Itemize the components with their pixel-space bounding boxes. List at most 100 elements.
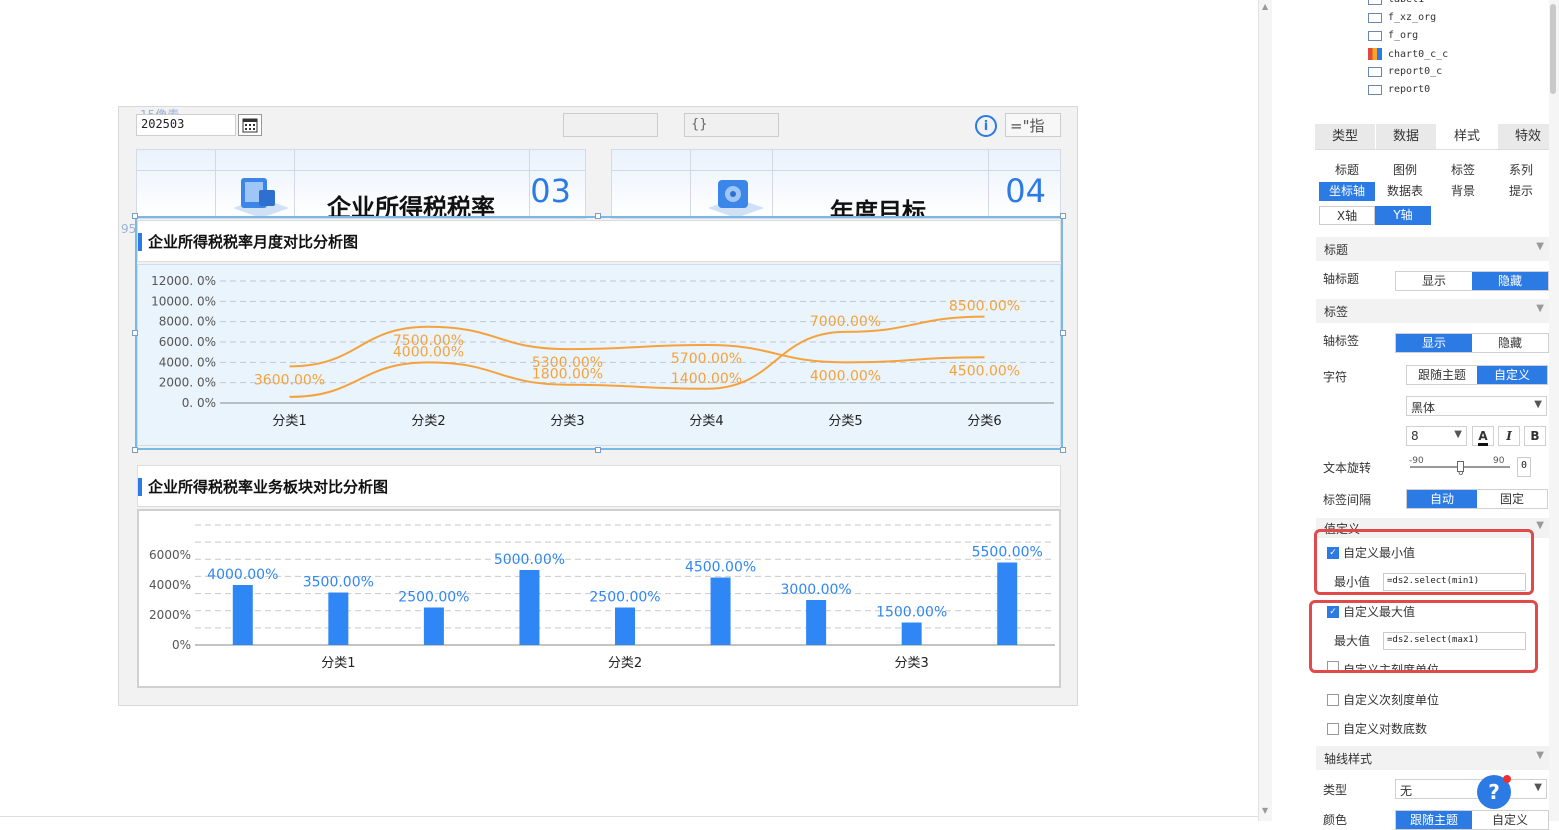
italic-button[interactable]: I (1498, 426, 1520, 446)
subtab-background[interactable]: 背景 (1435, 182, 1491, 201)
y-tick-label: 0% (172, 638, 191, 652)
tree-item[interactable]: report0_c (1368, 66, 1442, 77)
axis-line-type-select[interactable]: 无 ▼ (1395, 779, 1547, 799)
label-icon (1368, 0, 1382, 5)
highlight-box (1314, 529, 1534, 595)
auto-option[interactable]: 自动 (1407, 490, 1477, 508)
section-title[interactable]: 标题 ▼ (1316, 237, 1552, 261)
custom-minor-unit-checkbox[interactable]: 自定义次刻度单位 (1327, 691, 1439, 708)
show-option[interactable]: 显示 (1396, 272, 1472, 290)
font-color-button[interactable]: A (1472, 426, 1494, 446)
y-tick-label: 10000. 0% (151, 294, 216, 308)
bar (423, 607, 444, 645)
tree-item[interactable]: report0 (1368, 84, 1430, 95)
subtab-axis[interactable]: 坐标轴 (1319, 182, 1375, 201)
subtab-datatable[interactable]: 数据表 (1377, 182, 1433, 201)
fixed-option[interactable]: 固定 (1477, 490, 1547, 508)
tree-item[interactable]: f_org (1368, 30, 1418, 41)
section-label[interactable]: 标签 ▼ (1316, 299, 1552, 323)
y-tick-label: 12000. 0% (151, 274, 216, 288)
resize-handle[interactable] (1060, 330, 1066, 336)
chevron-down-icon: ▼ (1536, 241, 1544, 252)
date-input[interactable]: 202503 (136, 114, 236, 136)
formula-widget[interactable]: {} (684, 113, 779, 137)
font-family-select[interactable]: 黑体 ▼ (1406, 396, 1547, 416)
hide-option[interactable]: 隐藏 (1472, 272, 1548, 290)
section-axis-style[interactable]: 轴线样式 ▼ (1316, 746, 1552, 770)
empty-widget[interactable] (563, 113, 658, 137)
computer-icon (229, 172, 293, 218)
y-tick-label: 2000% (149, 608, 191, 622)
panel-scrollbar[interactable] (1549, 0, 1559, 821)
rotate-label: 文本旋转 (1323, 461, 1372, 475)
data-label: 5500.00% (972, 545, 1043, 561)
x-tick-label: 分类5 (828, 414, 862, 429)
line-chart: 12000. 0% 10000. 0% 8000. 0% 6000. 0% 4000. … (151, 274, 1054, 429)
bar-chart-title-bar: 企业所得税税率业务板块对比分析图 (137, 465, 1061, 507)
tab-type[interactable]: 类型 (1315, 124, 1376, 149)
subtab-title[interactable]: 标题 (1319, 161, 1375, 180)
line-chart-area[interactable]: 12000. 0% 10000. 0% 8000. 0% 6000. 0% 4000. … (137, 264, 1061, 446)
font-label: 字符 (1323, 370, 1348, 384)
tree-item[interactable]: chart0_c_c (1368, 48, 1448, 60)
data-label: 5000.00% (494, 552, 565, 568)
resize-handle[interactable] (1060, 213, 1066, 219)
resize-handle[interactable] (595, 447, 601, 453)
custom-option[interactable]: 自定义 (1472, 811, 1548, 829)
bar (328, 592, 349, 645)
custom-log-base-checkbox[interactable]: 自定义对数底数 (1327, 720, 1427, 737)
show-option[interactable]: 显示 (1396, 334, 1472, 352)
banner-number: 03 (530, 172, 571, 210)
banner-title: 年度目标 (830, 198, 926, 219)
property-tabs: 类型 数据 样式 特效 (1315, 124, 1559, 150)
chevron-down-icon: ▼ (1534, 782, 1542, 793)
resize-handle[interactable] (132, 330, 138, 336)
tree-item[interactable]: f_xz_org (1368, 12, 1436, 23)
info-icon[interactable]: i (975, 115, 997, 137)
axis-label-label: 轴标签 (1323, 334, 1360, 348)
tab-x-axis[interactable]: X轴 (1319, 206, 1375, 225)
scrollbar-thumb[interactable] (1550, 4, 1556, 94)
rotate-min-label: -90 (1409, 456, 1424, 466)
resize-handle[interactable] (132, 213, 138, 219)
y-tick-label: 6000. 0% (159, 335, 216, 349)
canvas-scrollbar[interactable]: ▲ ▼ (1258, 0, 1272, 821)
banner-annual-target[interactable]: 年度目标 04 (611, 149, 1061, 219)
subtab-legend[interactable]: 图例 (1377, 161, 1433, 180)
x-tick-label: 分类2 (411, 414, 445, 429)
subtab-series[interactable]: 系列 (1493, 161, 1549, 180)
data-label: 1800.00% (532, 367, 603, 383)
bar-chart-area[interactable]: 6000% 4000% 2000% 0% 4000.00% 3500.00% 2500.00… (137, 509, 1061, 688)
y-tick-label: 8000. 0% (159, 315, 216, 329)
indicator-widget[interactable]: ="指 (1005, 113, 1061, 137)
tab-y-axis[interactable]: Y轴 (1375, 206, 1431, 225)
bar (710, 577, 731, 645)
tab-data[interactable]: 数据 (1376, 124, 1437, 149)
y-tick-label: 4000% (149, 578, 191, 592)
banner-tax-rate[interactable]: 企业所得税税率 03 (136, 149, 586, 219)
resize-handle[interactable] (595, 213, 601, 219)
subtab-label[interactable]: 标签 (1435, 161, 1491, 180)
chart-icon (1368, 48, 1382, 60)
label-interval-toggle: 自动 固定 (1406, 489, 1548, 509)
tree-item[interactable]: label1 (1368, 0, 1424, 5)
axis-label-toggle: 显示 隐藏 (1395, 333, 1549, 353)
data-label: 2500.00% (589, 590, 660, 606)
axis-title-label: 轴标题 (1323, 272, 1360, 286)
data-label: 4500.00% (685, 560, 756, 576)
tab-style[interactable]: 样式 (1437, 124, 1498, 149)
resize-handle[interactable] (1060, 447, 1066, 453)
follow-theme-option[interactable]: 跟随主题 (1407, 366, 1477, 384)
banner-number: 04 (1005, 172, 1046, 210)
custom-option[interactable]: 自定义 (1477, 366, 1547, 384)
line-chart-title: 企业所得税税率月度对比分析图 (148, 233, 359, 251)
hide-option[interactable]: 隐藏 (1472, 334, 1548, 352)
resize-handle[interactable] (132, 447, 138, 453)
rotate-slider-handle[interactable] (1457, 461, 1464, 472)
rotate-value-input[interactable]: 0 (1517, 457, 1531, 477)
font-size-select[interactable]: 8 ▼ (1406, 426, 1467, 446)
calendar-icon[interactable] (238, 114, 262, 136)
bold-button[interactable]: B (1524, 426, 1546, 446)
follow-theme-option[interactable]: 跟随主题 (1396, 811, 1472, 829)
subtab-tooltip[interactable]: 提示 (1493, 182, 1549, 201)
